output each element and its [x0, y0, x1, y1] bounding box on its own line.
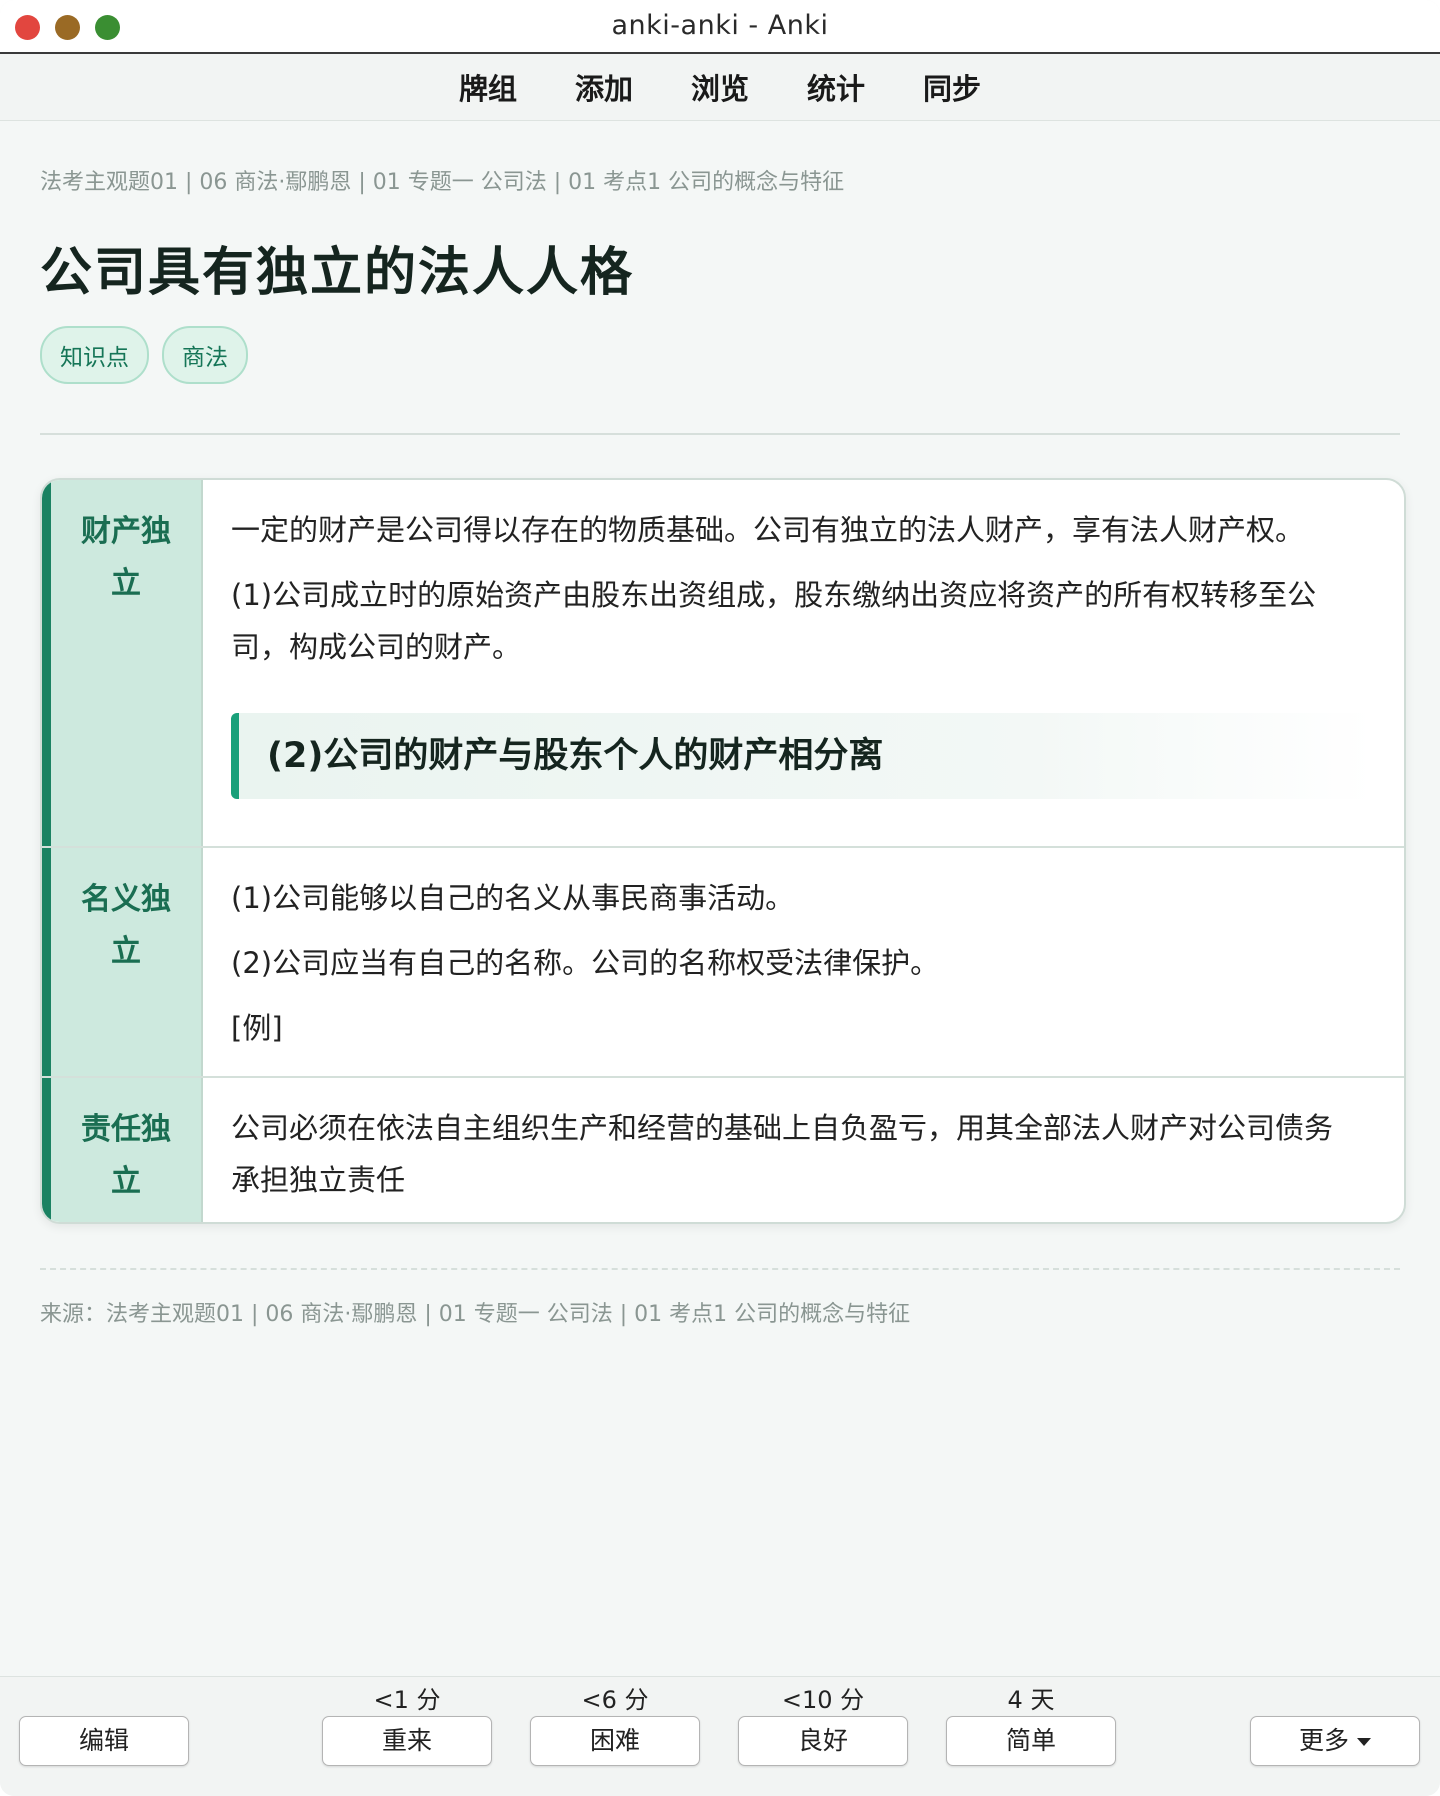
row-body: 一定的财产是公司得以存在的物质基础。公司有独立的法人财产，享有法人财产权。 (1…	[231, 504, 1374, 799]
row-paragraph: [例]	[231, 1011, 283, 1045]
row-heading-line: 立	[111, 566, 141, 601]
menu-add[interactable]: 添加	[575, 66, 633, 108]
source-note: 来源：法考主观题01 | 06 商法·鄢鹏恩 | 01 专题一 公司法 | 01…	[40, 1302, 911, 1327]
edit-button[interactable]: 编辑	[19, 1716, 189, 1766]
window-title: anki-anki - Anki	[611, 10, 829, 41]
row-paragraph-line: 承担独立责任	[231, 1163, 406, 1197]
menu-browse[interactable]: 浏览	[691, 66, 749, 108]
row-heading-line: 责任独	[81, 1112, 171, 1147]
row-heading: 财产独 立	[51, 480, 203, 846]
row-paragraph-line: 公司必须在依法自主组织生产和经营的基础上自负盈亏，用其全部法人财产对公司债务	[231, 1111, 1334, 1145]
card-title: 公司具有独立的法人人格	[40, 243, 635, 303]
tag-list: 知识点 商法	[40, 326, 248, 384]
breadcrumb: 法考主观题01 | 06 商法·鄢鹏恩 | 01 专题一 公司法 | 01 考点…	[40, 170, 845, 195]
row-heading-line: 财产独	[81, 514, 171, 549]
row-paragraph: (1)公司能够以自己的名义从事民商事活动。	[231, 881, 795, 915]
knowledge-table: 财产独 立 一定的财产是公司得以存在的物质基础。公司有独立的法人财产，享有法人财…	[40, 478, 1406, 1224]
hard-interval: <6 分	[581, 1686, 649, 1714]
hard-button[interactable]: 困难	[530, 1716, 700, 1766]
caret-down-icon	[1357, 1738, 1371, 1746]
callout-heading: (2)公司的财产与股东个人的财产相分离	[231, 713, 1374, 799]
divider	[40, 433, 1400, 435]
row-heading: 责任独 立	[51, 1078, 203, 1222]
main-toolbar: 牌组 添加 浏览 统计 同步	[0, 54, 1440, 121]
anki-window: anki-anki - Anki 牌组 添加 浏览 统计 同步 法考主观题01 …	[0, 0, 1440, 1796]
table-row: 名义独 立 (1)公司能够以自己的名义从事民商事活动。 (2)公司应当有自己的名…	[42, 846, 1404, 1076]
again-interval: <1 分	[373, 1686, 441, 1714]
row-paragraph-line: (1)公司成立时的原始资产由股东出资组成，股东缴纳出资应将资产的所有权转移至公	[231, 578, 1317, 612]
good-interval: <10 分	[781, 1686, 865, 1714]
row-paragraph: (1)公司成立时的原始资产由股东出资组成，股东缴纳出资应将资产的所有权转移至公 …	[231, 569, 1374, 673]
row-heading-line: 名义独	[81, 882, 171, 917]
table-row: 责任独 立 公司必须在依法自主组织生产和经营的基础上自负盈亏，用其全部法人财产对…	[42, 1076, 1404, 1222]
again-button[interactable]: 重来	[322, 1716, 492, 1766]
menu-decks[interactable]: 牌组	[459, 66, 517, 108]
menu-sync[interactable]: 同步	[923, 66, 981, 108]
tag-commercial-law: 商法	[162, 326, 248, 384]
row-heading-line: 立	[111, 934, 141, 969]
row-paragraph: (2)公司应当有自己的名称。公司的名称权受法律保护。	[231, 946, 940, 980]
easy-interval: 4 天	[1007, 1686, 1055, 1714]
menu-stats[interactable]: 统计	[807, 66, 865, 108]
good-button[interactable]: 良好	[738, 1716, 908, 1766]
row-paragraph: 一定的财产是公司得以存在的物质基础。公司有独立的法人财产，享有法人财产权。	[231, 513, 1305, 547]
title-bar: anki-anki - Anki	[0, 0, 1440, 54]
easy-button[interactable]: 简单	[946, 1716, 1116, 1766]
row-heading: 名义独 立	[51, 848, 203, 1076]
more-button[interactable]: 更多	[1250, 1716, 1420, 1766]
row-paragraph-line: 司，构成公司的财产。	[231, 630, 522, 664]
row-heading-line: 立	[111, 1164, 141, 1199]
source-divider	[40, 1268, 1400, 1270]
review-bottom-bar: 编辑 <1 分 重来 <6 分 困难 <10 分 良好 4 天 简单 更多	[0, 1676, 1440, 1796]
row-body: (1)公司能够以自己的名义从事民商事活动。 (2)公司应当有自己的名称。公司的名…	[231, 872, 1374, 1067]
table-row: 财产独 立 一定的财产是公司得以存在的物质基础。公司有独立的法人财产，享有法人财…	[42, 480, 1404, 846]
more-button-label: 更多	[1298, 1726, 1349, 1755]
row-paragraph: 公司必须在依法自主组织生产和经营的基础上自负盈亏，用其全部法人财产对公司债务 承…	[231, 1102, 1374, 1206]
row-body: 公司必须在依法自主组织生产和经营的基础上自负盈亏，用其全部法人财产对公司债务 承…	[231, 1102, 1374, 1206]
tag-knowledge-point: 知识点	[40, 326, 149, 384]
